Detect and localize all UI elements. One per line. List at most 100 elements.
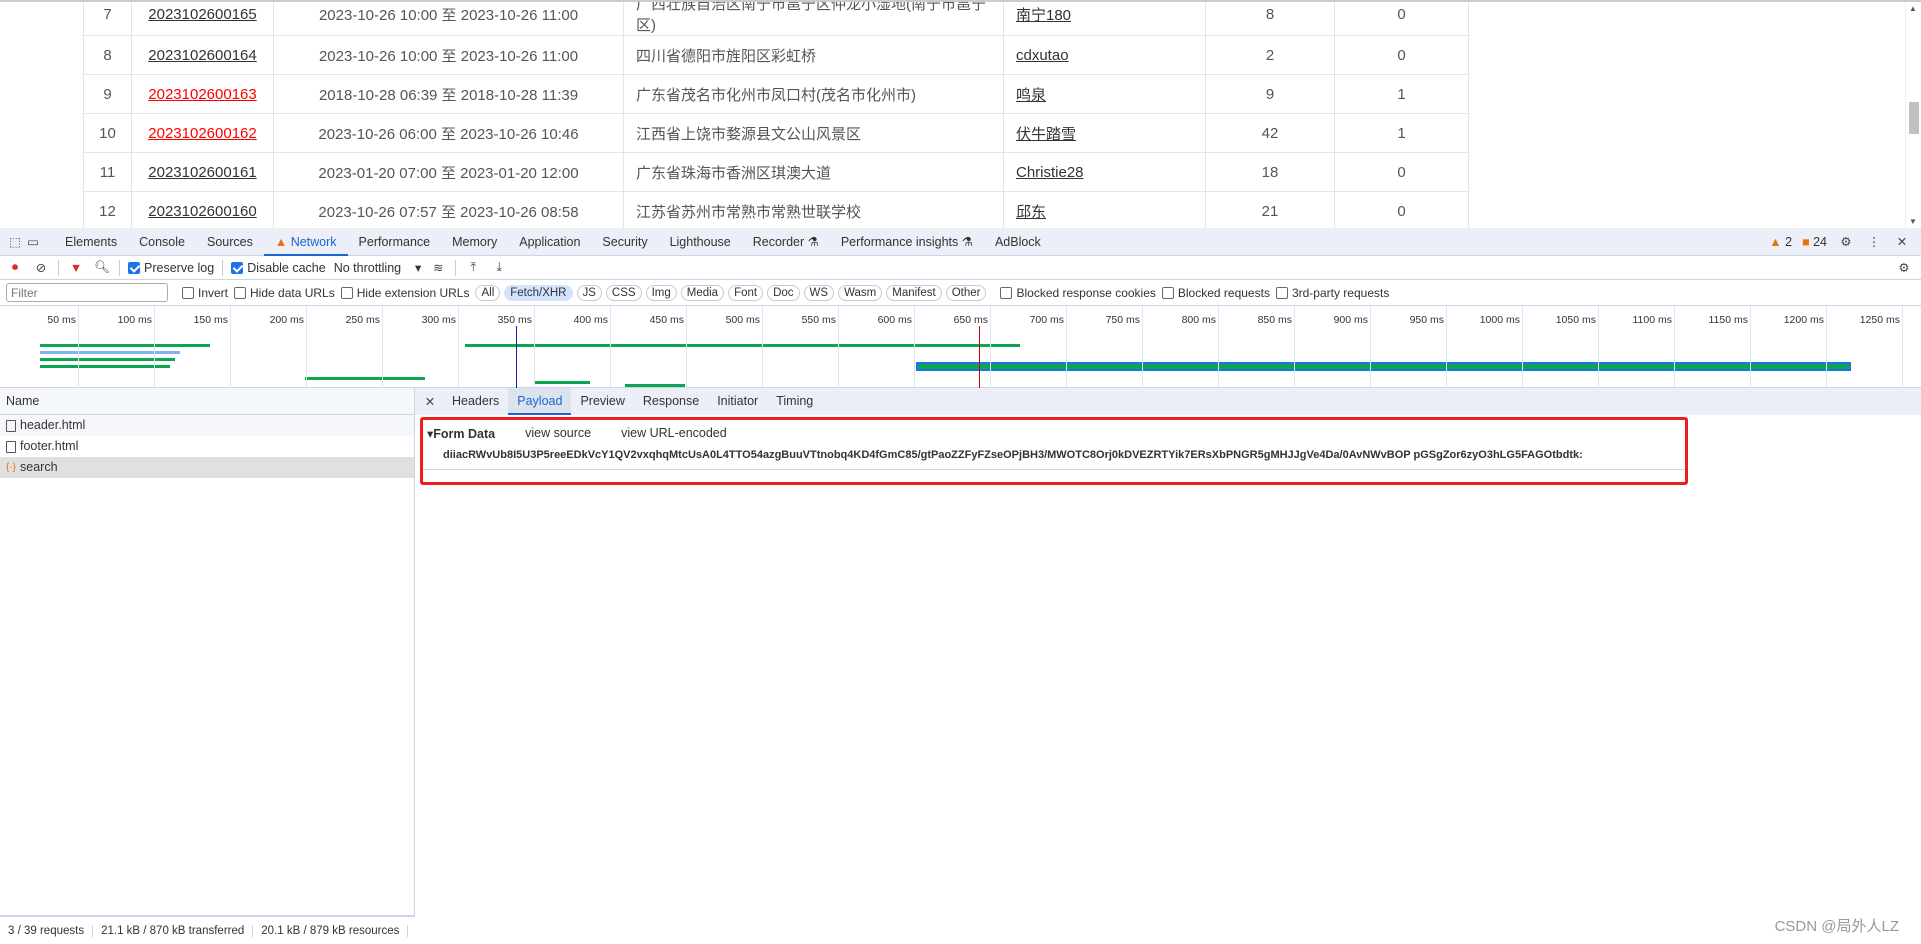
- record-icon[interactable]: ⏺: [6, 260, 24, 275]
- request-row[interactable]: {·} search: [0, 457, 414, 478]
- tab-memory[interactable]: Memory: [441, 228, 508, 256]
- flag-cell: 1: [1334, 74, 1469, 114]
- tick-label: 1200 ms: [1783, 314, 1824, 326]
- blocked-cookies-checkbox[interactable]: Blocked response cookies: [1000, 286, 1156, 300]
- tab-label: Lighthouse: [669, 234, 731, 249]
- user-link[interactable]: cdxutao: [1016, 47, 1069, 64]
- invert-checkbox[interactable]: Invert: [182, 286, 228, 300]
- export-har-icon[interactable]: ⤓: [490, 260, 508, 275]
- filter-type-doc[interactable]: Doc: [767, 284, 800, 301]
- page-scrollbar[interactable]: ▲ ▼: [1905, 2, 1921, 228]
- tab-lighthouse[interactable]: Lighthouse: [659, 228, 742, 256]
- name-column-header[interactable]: Name: [0, 388, 414, 415]
- row-number-cell: 11: [83, 152, 132, 192]
- view-source-link[interactable]: view source: [525, 426, 591, 441]
- tab-console[interactable]: Console: [128, 228, 196, 256]
- more-icon[interactable]: ⋮: [1865, 234, 1883, 249]
- close-details-icon[interactable]: ✕: [421, 394, 439, 409]
- timeline-tick: 700 ms: [1030, 306, 1067, 388]
- network-conditions-icon[interactable]: ≋: [429, 260, 447, 275]
- tab-payload[interactable]: Payload: [508, 388, 572, 415]
- tab-label: Network: [290, 234, 337, 249]
- tab-sources[interactable]: Sources: [196, 228, 264, 256]
- hide-extension-urls-checkbox[interactable]: Hide extension URLs: [340, 286, 469, 300]
- network-overview-timeline[interactable]: 50 ms 100 ms 150 ms 200 ms 250 ms 300 ms 350 m…: [0, 306, 1921, 388]
- tab-network[interactable]: ▲ Network: [263, 228, 348, 256]
- tab-recorder[interactable]: Recorder ⚗: [742, 228, 830, 256]
- tab-label: Security: [602, 234, 648, 249]
- filter-type-media[interactable]: Media: [680, 284, 725, 301]
- form-data-toggle[interactable]: ▾Form Data: [427, 426, 495, 441]
- row-number: 11: [99, 163, 116, 181]
- warnings-badge[interactable]: ▲ 2: [1769, 235, 1792, 249]
- import-har-icon[interactable]: ⤒: [464, 260, 482, 275]
- request-id-link[interactable]: 2023102600161: [148, 164, 256, 181]
- scroll-down-icon[interactable]: ▼: [1909, 217, 1917, 226]
- tab-elements[interactable]: Elements: [54, 228, 128, 256]
- tab-response[interactable]: Response: [634, 388, 708, 415]
- settings-icon[interactable]: ⚙: [1837, 234, 1855, 249]
- device-toolbar-icon[interactable]: ▭: [24, 234, 42, 249]
- timeline-bar: [535, 381, 590, 384]
- tick-label: 350 ms: [497, 314, 532, 326]
- request-row[interactable]: header.html: [0, 415, 414, 436]
- filter-type-manifest[interactable]: Manifest: [886, 284, 942, 301]
- count-cell: 2: [1205, 35, 1335, 75]
- scroll-up-icon[interactable]: ▲: [1909, 4, 1917, 13]
- tab-security[interactable]: Security: [591, 228, 658, 256]
- time-range-cell: 2023-10-26 07:57 至 2023-10-26 08:58: [273, 191, 624, 228]
- filter-input[interactable]: [6, 283, 168, 302]
- tab-preview[interactable]: Preview: [571, 388, 633, 415]
- tab-performance[interactable]: Performance: [348, 228, 442, 256]
- tab-adblock[interactable]: AdBlock: [984, 228, 1052, 256]
- row-number-cell: 8: [83, 35, 132, 75]
- clear-icon[interactable]: ⊘: [32, 260, 50, 275]
- tab-initiator[interactable]: Initiator: [708, 388, 767, 415]
- filter-type-other[interactable]: Other: [945, 284, 987, 301]
- issues-badge[interactable]: ■ 24: [1802, 235, 1827, 249]
- user-link[interactable]: 鸣泉: [1016, 87, 1046, 104]
- disable-cache-checkbox[interactable]: Disable cache: [231, 261, 326, 275]
- inspect-icon[interactable]: ⬚: [6, 234, 24, 249]
- address-cell: 江苏省苏州市常熟市常熟世联学校: [623, 191, 1004, 228]
- filter-type-js[interactable]: JS: [576, 284, 602, 301]
- tab-timing[interactable]: Timing: [767, 388, 822, 415]
- filter-type-css[interactable]: CSS: [605, 284, 642, 301]
- close-icon[interactable]: ✕: [1893, 234, 1911, 249]
- filter-type-img[interactable]: Img: [645, 284, 677, 301]
- filter-type-fetchxhr[interactable]: Fetch/XHR: [504, 284, 573, 301]
- warning-icon: ▲: [274, 234, 291, 249]
- user-link[interactable]: 南宁180: [1016, 7, 1071, 24]
- filter-type-font[interactable]: Font: [728, 284, 764, 301]
- tab-application[interactable]: Application: [508, 228, 591, 256]
- user-link[interactable]: 邱东: [1016, 204, 1046, 221]
- request-row[interactable]: footer.html: [0, 436, 414, 457]
- filter-type-ws[interactable]: WS: [803, 284, 835, 301]
- blocked-requests-checkbox[interactable]: Blocked requests: [1161, 286, 1270, 300]
- search-icon[interactable]: 🔍︎: [93, 260, 111, 275]
- scroll-thumb[interactable]: [1909, 102, 1919, 134]
- request-id-link[interactable]: 2023102600165: [148, 6, 256, 23]
- request-id-link[interactable]: 2023102600164: [148, 47, 256, 64]
- flag-cell: 0: [1334, 191, 1469, 228]
- request-id-link[interactable]: 2023102600160: [148, 203, 256, 220]
- preserve-log-checkbox[interactable]: Preserve log: [128, 261, 214, 275]
- throttling-select[interactable]: No throttling ▾: [334, 260, 422, 275]
- request-id-link[interactable]: 2023102600163: [148, 86, 256, 103]
- request-id-link[interactable]: 2023102600162: [148, 125, 256, 142]
- user-link[interactable]: 伏牛踏雪: [1016, 126, 1076, 143]
- count: 2: [1265, 46, 1275, 64]
- third-party-checkbox[interactable]: 3rd-party requests: [1275, 286, 1389, 300]
- tab-performance-insights[interactable]: Performance insights ⚗: [830, 228, 984, 256]
- view-url-encoded-link[interactable]: view URL-encoded: [621, 426, 727, 441]
- filter-type-all[interactable]: All: [475, 284, 501, 301]
- hide-data-urls-checkbox[interactable]: Hide data URLs: [234, 286, 335, 300]
- network-settings-icon[interactable]: ⚙: [1895, 260, 1913, 275]
- filter-type-wasm[interactable]: Wasm: [838, 284, 883, 301]
- tab-headers[interactable]: Headers: [443, 388, 508, 415]
- filter-icon[interactable]: ▼: [67, 261, 85, 275]
- user-link[interactable]: Christie28: [1016, 164, 1084, 181]
- tick-label: 200 ms: [269, 314, 304, 326]
- warning-icon: ▲: [1769, 234, 1782, 249]
- tab-label: Recorder ⚗: [752, 234, 819, 249]
